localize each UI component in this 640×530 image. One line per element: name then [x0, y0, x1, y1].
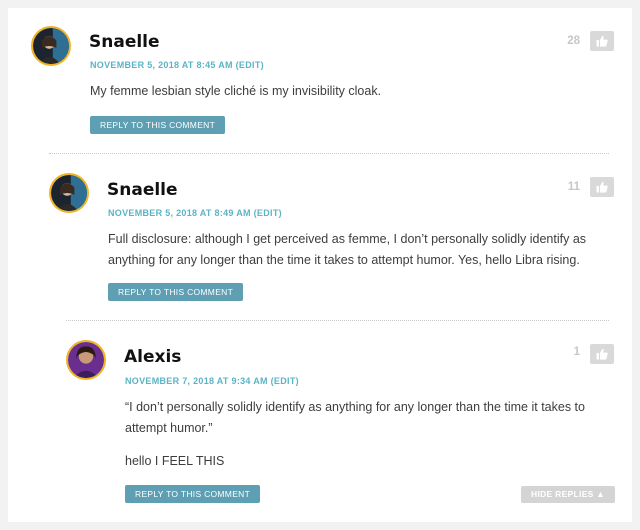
comment-3: Alexis November 7, 2018 at 9:34 am (Edit…: [8, 322, 632, 522]
comment-meta: November 7, 2018 at 9:34 am (Edit): [125, 376, 299, 386]
comment-body: My femme lesbian style cliché is my invi…: [90, 81, 600, 114]
comment-paragraph: My femme lesbian style cliché is my invi…: [90, 84, 382, 98]
like-button[interactable]: [590, 31, 614, 51]
reply-button[interactable]: Reply to this comment: [90, 116, 226, 134]
comment-body: Full disclosure: although I get perceive…: [108, 229, 603, 283]
avatar-photo-snaelle: [51, 175, 87, 211]
thumbs-up-icon: [596, 348, 608, 360]
avatar[interactable]: [31, 26, 71, 66]
comment-author[interactable]: Alexis: [124, 347, 181, 367]
avatar-photo-snaelle: [33, 28, 69, 64]
divider: [66, 320, 609, 321]
thumbs-up-icon: [596, 181, 608, 193]
avatar-photo-alexis: [68, 342, 104, 378]
reply-button[interactable]: Reply to this comment: [125, 485, 261, 503]
comments-panel: Snaelle November 5, 2018 at 8:45 am (Edi…: [8, 8, 632, 522]
like-count: 28: [567, 35, 580, 47]
comment-author[interactable]: Snaelle: [107, 180, 178, 200]
comment-date[interactable]: November 5, 2018 at 8:45 am: [90, 60, 233, 70]
comment-paragraph: Full disclosure: although I get perceive…: [108, 232, 587, 267]
edit-link[interactable]: (Edit): [236, 60, 264, 70]
avatar[interactable]: [66, 340, 106, 380]
thumbs-up-icon: [596, 35, 608, 47]
like-button[interactable]: [590, 344, 614, 364]
comment-1: Snaelle November 5, 2018 at 8:45 am (Edi…: [8, 8, 632, 148]
edit-link[interactable]: (Edit): [254, 208, 282, 218]
divider: [49, 153, 609, 154]
comment-2: Snaelle November 5, 2018 at 8:49 am (Edi…: [8, 155, 632, 315]
hide-replies-button[interactable]: Hide Replies ▲: [521, 486, 616, 503]
comment-date[interactable]: November 5, 2018 at 8:49 am: [108, 208, 251, 218]
like-count: 1: [573, 346, 580, 358]
comment-date[interactable]: November 7, 2018 at 9:34 am: [125, 376, 268, 386]
avatar[interactable]: [49, 173, 89, 213]
edit-link[interactable]: (Edit): [271, 376, 299, 386]
reply-button[interactable]: Reply to this comment: [108, 283, 244, 301]
like-button[interactable]: [590, 177, 614, 197]
comment-body: “I don’t personally solidly identify as …: [125, 397, 603, 484]
comment-paragraph: hello I FEEL THIS: [125, 454, 225, 468]
comment-meta: November 5, 2018 at 8:49 am (Edit): [108, 208, 282, 218]
comment-meta: November 5, 2018 at 8:45 am (Edit): [90, 60, 264, 70]
like-count: 11: [567, 181, 580, 193]
comment-author[interactable]: Snaelle: [89, 32, 160, 52]
comment-paragraph: “I don’t personally solidly identify as …: [125, 400, 585, 435]
